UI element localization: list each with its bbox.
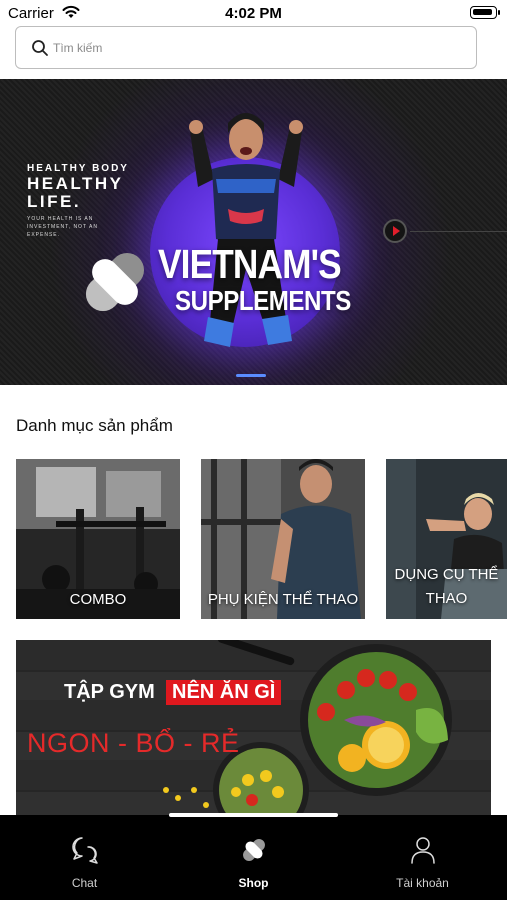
- tab-label: Chat: [71, 876, 98, 890]
- pill-logo-icon: [85, 252, 145, 312]
- carousel-page-indicator[interactable]: [236, 374, 266, 377]
- status-bar: Carrier 4:02 PM: [0, 0, 507, 26]
- search-input[interactable]: [53, 33, 463, 63]
- tab-label: Shop: [238, 876, 269, 890]
- tab-label: Tài khoản: [396, 876, 449, 890]
- tab-bar: Chat Shop Tài khoản: [0, 815, 507, 900]
- category-label: COMBO: [69, 591, 127, 608]
- user-icon: [411, 837, 435, 864]
- tab-chat[interactable]: Chat: [0, 815, 169, 900]
- clock-label: 4:02 PM: [225, 5, 282, 22]
- brand-name-line2: SUPPLEMENTS: [175, 285, 351, 316]
- search-bar[interactable]: [15, 26, 477, 69]
- category-card-equipment[interactable]: DỤNG CỤ THỂ THAO: [386, 459, 507, 619]
- promo-title-part2: NÊN ĂN GÌ: [166, 680, 282, 705]
- promo-title-part1: TẬP GYM: [64, 681, 155, 703]
- tab-shop[interactable]: Shop: [169, 815, 338, 900]
- hero-tagline-big: HEALTHY LIFE.: [27, 174, 124, 211]
- search-icon: [32, 40, 48, 56]
- tab-account[interactable]: Tài khoản: [338, 815, 507, 900]
- promo-banner[interactable]: TẬP GYM NÊN ĂN GÌ NGON - BỔ - RẺ: [16, 640, 491, 816]
- play-line-divider: [410, 231, 507, 232]
- home-indicator: [169, 813, 338, 817]
- hero-tagline-tiny: YOUR HEALTH IS AN INVESTMENT, NOT AN EXP…: [27, 216, 98, 238]
- chat-icon: [72, 837, 98, 864]
- category-label: DỤNG CỤ THỂ THAO: [394, 566, 499, 607]
- category-section-title: Danh mục sản phẩm: [16, 416, 173, 435]
- hero-tagline-small: HEALTHY BODY: [27, 163, 129, 174]
- pill-icon: [243, 839, 265, 861]
- play-button[interactable]: [383, 219, 407, 243]
- brand-name-line1: VIETNAM'S: [158, 241, 342, 287]
- category-card-combo[interactable]: COMBO: [16, 459, 180, 619]
- promo-subtitle: NGON - BỔ - RẺ: [27, 728, 240, 758]
- category-card-accessories[interactable]: PHỤ KIỆN THỂ THAO: [201, 459, 365, 619]
- battery-icon: [470, 6, 500, 19]
- category-label: PHỤ KIỆN THỂ THAO: [207, 591, 359, 608]
- hero-banner[interactable]: HEALTHY BODY HEALTHY LIFE. YOUR HEALTH I…: [0, 79, 507, 385]
